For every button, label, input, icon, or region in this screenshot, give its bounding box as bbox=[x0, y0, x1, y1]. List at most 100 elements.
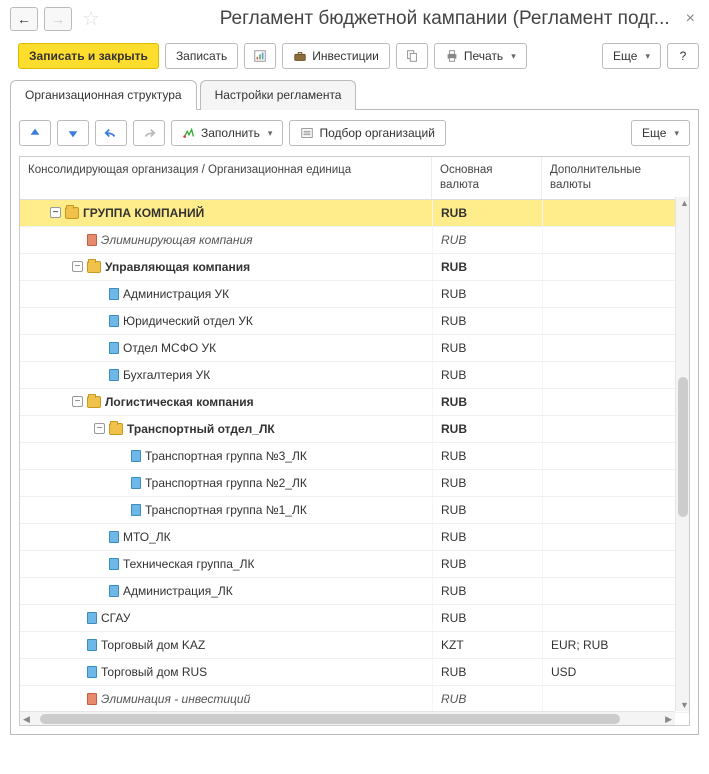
nav-back-button[interactable]: ← bbox=[10, 7, 38, 31]
org-name: Транспортная группа №2_ЛК bbox=[145, 476, 307, 490]
table-row[interactable]: −Логистическая компанияRUB bbox=[20, 389, 689, 416]
extra-currency-cell bbox=[542, 281, 689, 307]
table-row[interactable]: Торговый дом KAZKZTEUR; RUB bbox=[20, 632, 689, 659]
col-header-org[interactable]: Консолидирующая организация / Организаци… bbox=[20, 157, 432, 199]
print-label: Печать bbox=[464, 49, 503, 63]
tree-expander-icon[interactable]: − bbox=[72, 396, 83, 407]
folder-icon bbox=[65, 207, 79, 219]
main-toolbar: Записать и закрыть Записать Инвестиции П… bbox=[0, 35, 709, 79]
horizontal-scroll-thumb[interactable] bbox=[40, 714, 620, 724]
table-row[interactable]: Транспортная группа №1_ЛКRUB bbox=[20, 497, 689, 524]
fill-label: Заполнить bbox=[201, 126, 260, 140]
org-item-icon bbox=[87, 612, 97, 624]
extra-currency-cell bbox=[542, 470, 689, 496]
org-name: Элиминация - инвестиций bbox=[101, 692, 250, 706]
currency-cell: RUB bbox=[432, 389, 542, 415]
vertical-scroll-thumb[interactable] bbox=[678, 377, 688, 517]
list-icon bbox=[300, 126, 314, 140]
col-header-extra-currency[interactable]: Дополнительные валюты bbox=[542, 157, 689, 199]
table-row[interactable]: Администрация_ЛКRUB bbox=[20, 578, 689, 605]
extra-currency-cell bbox=[542, 335, 689, 361]
redo-button[interactable] bbox=[133, 120, 165, 146]
pick-orgs-button[interactable]: Подбор организаций bbox=[289, 120, 446, 146]
undo-button[interactable] bbox=[95, 120, 127, 146]
org-name: МТО_ЛК bbox=[123, 530, 171, 544]
copy-button[interactable] bbox=[396, 43, 428, 69]
currency-cell: RUB bbox=[432, 227, 542, 253]
tab-reglament-settings[interactable]: Настройки регламента bbox=[200, 80, 357, 110]
sub-more-button[interactable]: Еще bbox=[631, 120, 690, 146]
fill-icon bbox=[182, 126, 196, 140]
tree-expander-icon[interactable]: − bbox=[50, 207, 61, 218]
print-button[interactable]: Печать bbox=[434, 43, 527, 69]
printer-icon bbox=[445, 49, 459, 63]
move-down-button[interactable] bbox=[57, 120, 89, 146]
table-body: −ГРУППА КОМПАНИЙRUBЭлиминирующая компани… bbox=[20, 200, 689, 725]
table-row[interactable]: Бухгалтерия УКRUB bbox=[20, 362, 689, 389]
org-name: Управляющая компания bbox=[105, 260, 250, 274]
table-row[interactable]: Отдел МСФО УКRUB bbox=[20, 335, 689, 362]
extra-currency-cell: USD bbox=[542, 659, 689, 685]
extra-currency-cell bbox=[542, 362, 689, 388]
table-row[interactable]: −ГРУППА КОМПАНИЙRUB bbox=[20, 200, 689, 227]
scroll-up-icon: ▲ bbox=[680, 198, 689, 208]
org-name: Юридический отдел УК bbox=[123, 314, 253, 328]
more-button[interactable]: Еще bbox=[602, 43, 661, 69]
extra-currency-cell bbox=[542, 578, 689, 604]
currency-cell: RUB bbox=[432, 254, 542, 280]
extra-currency-cell bbox=[542, 686, 689, 712]
extra-currency-cell bbox=[542, 605, 689, 631]
fill-button[interactable]: Заполнить bbox=[171, 120, 283, 146]
org-item-icon bbox=[131, 477, 141, 489]
scroll-down-icon: ▼ bbox=[680, 700, 689, 710]
table-row[interactable]: − Управляющая компания RUB bbox=[20, 254, 689, 281]
currency-cell: RUB bbox=[432, 578, 542, 604]
elimination-icon bbox=[87, 234, 97, 246]
nav-forward-button[interactable]: → bbox=[44, 7, 72, 31]
folder-icon bbox=[109, 423, 123, 435]
report-icon bbox=[253, 49, 267, 63]
table-row[interactable]: Транспортная группа №3_ЛКRUB bbox=[20, 443, 689, 470]
table-row[interactable]: Торговый дом RUSRUBUSD bbox=[20, 659, 689, 686]
help-button[interactable]: ? bbox=[667, 43, 699, 69]
tree-expander-icon[interactable]: − bbox=[94, 423, 105, 434]
table-row[interactable]: Юридический отдел УКRUB bbox=[20, 308, 689, 335]
extra-currency-cell bbox=[542, 389, 689, 415]
table-row[interactable]: СГАУRUB bbox=[20, 605, 689, 632]
table-row[interactable]: Элиминация - инвестицийRUB bbox=[20, 686, 689, 713]
table-row[interactable]: Администрация УКRUB bbox=[20, 281, 689, 308]
table-row[interactable]: Техническая группа_ЛКRUB bbox=[20, 551, 689, 578]
move-up-button[interactable] bbox=[19, 120, 51, 146]
elimination-icon bbox=[87, 693, 97, 705]
scroll-left-icon: ◀ bbox=[23, 714, 30, 725]
table-row[interactable]: МТО_ЛКRUB bbox=[20, 524, 689, 551]
vertical-scrollbar[interactable]: ▲ ▼ bbox=[675, 197, 689, 711]
briefcase-icon bbox=[293, 49, 307, 63]
favorite-star-icon[interactable]: ☆ bbox=[82, 6, 100, 31]
org-item-icon bbox=[131, 450, 141, 462]
org-name: Отдел МСФО УК bbox=[123, 341, 216, 355]
table-row[interactable]: Элиминирующая компанияRUB bbox=[20, 227, 689, 254]
horizontal-scrollbar[interactable]: ◀ ▶ bbox=[20, 711, 675, 725]
org-item-icon bbox=[109, 531, 119, 543]
arrow-up-icon bbox=[28, 126, 42, 140]
sub-toolbar: Заполнить Подбор организаций Еще bbox=[19, 120, 690, 146]
tab-org-structure[interactable]: Организационная структура bbox=[10, 80, 197, 110]
save-and-close-button[interactable]: Записать и закрыть bbox=[18, 43, 159, 69]
org-name: Техническая группа_ЛК bbox=[123, 557, 254, 571]
table-row[interactable]: −Транспортный отдел_ЛКRUB bbox=[20, 416, 689, 443]
header: ← → ☆ Регламент бюджетной кампании (Регл… bbox=[0, 0, 709, 35]
table-row[interactable]: Транспортная группа №2_ЛКRUB bbox=[20, 470, 689, 497]
close-icon[interactable]: × bbox=[682, 10, 699, 28]
investments-button[interactable]: Инвестиции bbox=[282, 43, 390, 69]
table-header: Консолидирующая организация / Организаци… bbox=[20, 157, 689, 200]
tree-expander-icon[interactable]: − bbox=[72, 261, 83, 272]
report-button[interactable] bbox=[244, 43, 276, 69]
org-name: Транспортная группа №3_ЛК bbox=[145, 449, 307, 463]
tab-content: Заполнить Подбор организаций Еще Консоли… bbox=[10, 110, 699, 735]
extra-currency-cell bbox=[542, 497, 689, 523]
save-button[interactable]: Записать bbox=[165, 43, 238, 69]
currency-cell: RUB bbox=[432, 659, 542, 685]
folder-icon bbox=[87, 396, 101, 408]
col-header-currency[interactable]: Основная валюта bbox=[432, 157, 542, 199]
